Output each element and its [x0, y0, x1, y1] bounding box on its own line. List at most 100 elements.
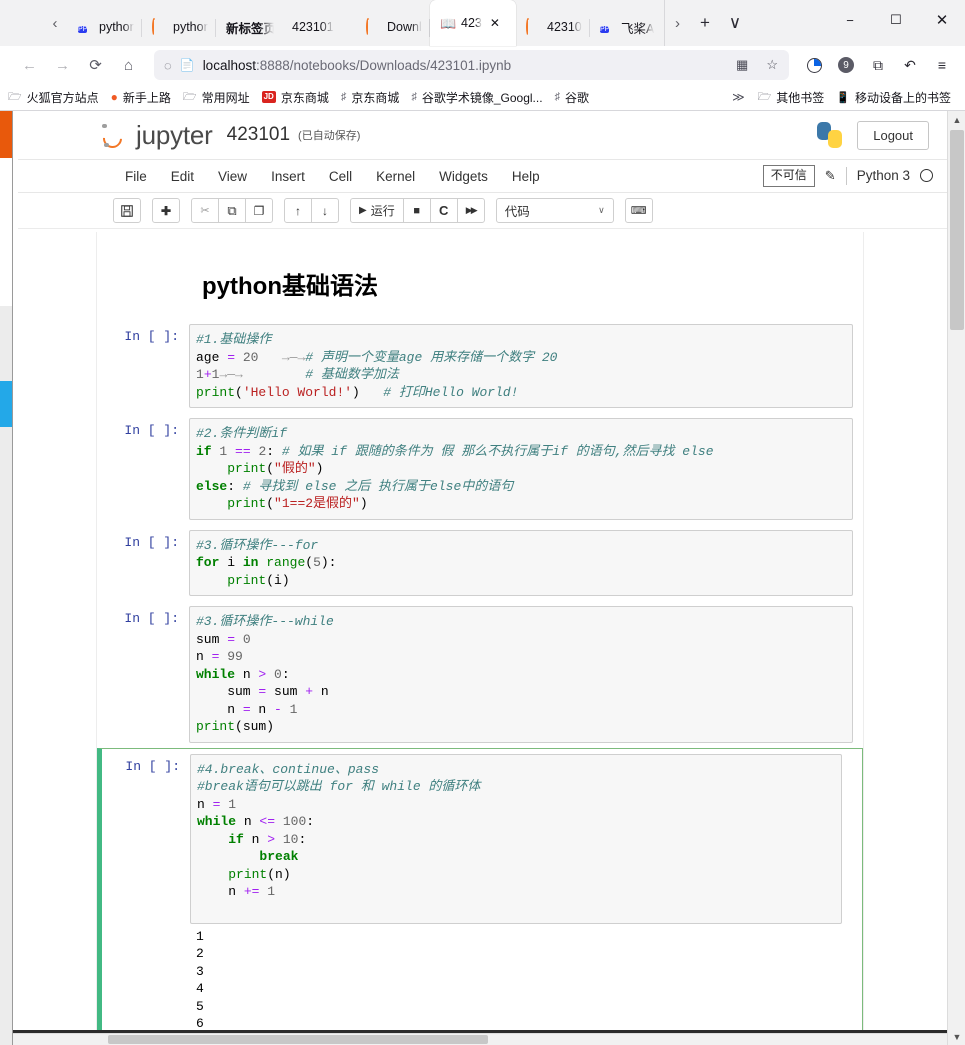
browser-window: ‹ PP python python 新标签页 423101 Downl [0, 0, 965, 1045]
scroll-down-arrow-icon[interactable]: ▼ [948, 1028, 965, 1045]
jupyter-logo[interactable]: jupyter [101, 120, 213, 151]
bookmark-item-2[interactable]: 🗁 常用网址 [177, 86, 256, 109]
paddle-icon: PP [78, 20, 93, 35]
left-orange-chip [0, 111, 12, 158]
bookmarks-overflow-button[interactable]: ≫ [725, 90, 752, 104]
tab-scroll-left-button[interactable]: ‹ [42, 0, 68, 46]
jupyter-menubar: File Edit View Insert Cell Kernel Widget… [13, 160, 947, 193]
browser-tab-7[interactable]: PP 飞桨A [590, 8, 664, 46]
cell-input-area[interactable]: #3.循环操作---for for i in range(5): print(i… [189, 530, 853, 597]
cell-input-area[interactable]: #2.条件判断if if 1 == 2: # 如果 if 跟随的条件为 假 那么… [189, 418, 853, 520]
tab-label: python [173, 20, 208, 34]
browser-tab-5-active[interactable]: 📖 423 ✕ [430, 0, 516, 46]
notebook-name[interactable]: 423101 [227, 124, 290, 146]
pocket-icon[interactable] [799, 50, 829, 80]
menu-file[interactable]: File [113, 164, 159, 189]
tab-scroll-right-button[interactable]: › [664, 0, 690, 46]
cell-source-code: #4.break、continue、pass #break语句可以跳出 for … [197, 761, 837, 901]
logout-button[interactable]: Logout [857, 121, 929, 150]
bookmark-item-0[interactable]: 🗁 火狐官方站点 [2, 86, 105, 109]
mobile-icon: 📱 [836, 91, 850, 104]
copy-cell-button[interactable]: ⧉ [218, 198, 246, 223]
browser-tab-4[interactable]: Downl [356, 8, 430, 46]
window-close-button[interactable]: ✕ [919, 0, 965, 40]
window-maximize-button[interactable]: ☐ [873, 0, 919, 40]
bookmark-item-4[interactable]: ♯ 京东商城 [335, 87, 406, 108]
undo-icon[interactable]: ↶ [895, 50, 925, 80]
move-cell-up-button[interactable]: ↑ [284, 198, 312, 223]
tab-label: Downl [387, 20, 422, 34]
menu-cell[interactable]: Cell [317, 164, 364, 189]
tab-close-icon[interactable]: ✕ [490, 16, 500, 30]
browser-tab-0[interactable]: PP python [68, 8, 142, 46]
screenshot-icon[interactable]: ⧉ [863, 50, 893, 80]
browser-tab-1[interactable]: python [142, 8, 216, 46]
cell-prompt: In [ ]: [97, 324, 189, 408]
new-tab-button[interactable]: + [690, 4, 720, 42]
notebook-cell-5-selected[interactable]: In [ ]: #4.break、continue、pass #break语句可… [97, 748, 863, 1039]
browser-tab-6[interactable]: 42310 [516, 8, 590, 46]
menu-widgets[interactable]: Widgets [427, 164, 500, 189]
notebook-cell-1[interactable]: In [ ]: #1.基础操作 age = 20 →—→# 声明一个变量age … [97, 319, 863, 413]
shield-icon[interactable]: ◌ [164, 58, 172, 73]
paste-cell-button[interactable]: ❐ [245, 198, 273, 223]
interrupt-kernel-button[interactable]: ■ [403, 198, 431, 223]
cell-input-area[interactable]: #3.循环操作---while sum = 0 n = 99 while n >… [189, 606, 853, 743]
vertical-scrollbar[interactable]: ▲ ▼ [947, 111, 965, 1045]
edit-pencil-icon[interactable]: ✎ [825, 168, 836, 184]
menu-view[interactable]: View [206, 164, 259, 189]
command-palette-button[interactable]: ⌨ [625, 198, 653, 223]
notebook-container: python基础语法 In [ ]: #1.基础操作 age = 20 →—→#… [96, 232, 864, 1045]
notebook-cell-4[interactable]: In [ ]: #3.循环操作---while sum = 0 n = 99 w… [97, 601, 863, 748]
insert-cell-below-button[interactable]: ✚ [152, 198, 180, 223]
jupyter-notebook-page: jupyter 423101 (已自动保存) Logout File Edit … [13, 111, 947, 1045]
cell-prompt: In [ ]: [97, 530, 189, 597]
cut-cell-button[interactable]: ✂ [191, 198, 219, 223]
browser-tab-3[interactable]: 423101 [282, 8, 356, 46]
restart-and-run-all-button[interactable]: ▶▶ [457, 198, 485, 223]
notebook-cell-2[interactable]: In [ ]: #2.条件判断if if 1 == 2: # 如果 if 跟随的… [97, 413, 863, 525]
notebook-scroll-region[interactable]: python基础语法 In [ ]: #1.基础操作 age = 20 →—→#… [13, 232, 947, 1045]
save-button[interactable] [113, 198, 141, 223]
home-button[interactable]: ⌂ [113, 50, 144, 80]
menu-help[interactable]: Help [500, 164, 552, 189]
navigation-toolbar: ← → ⟳ ⌂ ◌ 📄 localhost:8888/notebooks/Dow… [0, 46, 965, 84]
browser-tab-2[interactable]: 新标签页 [216, 8, 282, 46]
reload-button[interactable]: ⟳ [80, 50, 111, 80]
bookmark-star-icon[interactable]: ☆ [761, 57, 783, 73]
cell-type-select[interactable]: 代码 ∨ [496, 198, 614, 223]
horizontal-scrollbar-thumb[interactable] [108, 1035, 488, 1044]
vertical-scrollbar-thumb[interactable] [950, 130, 964, 330]
tab-list-button[interactable]: ∨ [720, 4, 750, 42]
bookmark-item-3[interactable]: JD 京东商城 [256, 87, 335, 108]
back-button[interactable]: ← [14, 50, 45, 80]
trust-status-badge[interactable]: 不可信 [763, 165, 815, 187]
cell-input-area[interactable]: #4.break、continue、pass #break语句可以跳出 for … [190, 754, 842, 924]
horizontal-scrollbar[interactable] [13, 1033, 947, 1045]
bookmark-item-6[interactable]: ♯ 谷歌 [549, 87, 596, 108]
toolbar-group-save [113, 198, 141, 223]
menu-kernel[interactable]: Kernel [364, 164, 427, 189]
scroll-up-arrow-icon[interactable]: ▲ [948, 111, 965, 128]
address-bar[interactable]: ◌ 📄 localhost:8888/notebooks/Downloads/4… [154, 50, 789, 80]
restart-kernel-button[interactable]: C [430, 198, 458, 223]
app-menu-icon[interactable]: ≡ [927, 50, 957, 80]
jupyter-ring-icon [526, 20, 541, 35]
run-cell-button[interactable]: ▶ 运行 [350, 198, 404, 223]
bookmark-mobile-bookmarks[interactable]: 📱 移动设备上的书签 [830, 87, 957, 108]
window-left-padding [0, 0, 42, 46]
forward-button[interactable]: → [47, 50, 78, 80]
notebook-cell-3[interactable]: In [ ]: #3.循环操作---for for i in range(5):… [97, 525, 863, 602]
cell-input-area[interactable]: #1.基础操作 age = 20 →—→# 声明一个变量age 用来存储一个数字… [189, 324, 853, 408]
bookmark-item-5[interactable]: ♯ 谷歌学术镜像_Googl... [405, 87, 548, 108]
play-icon: ▶ [359, 205, 367, 216]
menu-insert[interactable]: Insert [259, 164, 317, 189]
window-minimize-button[interactable]: − [827, 0, 873, 40]
qr-code-icon[interactable]: ▦ [731, 57, 753, 73]
extension-badge-icon[interactable]: 9 [831, 50, 861, 80]
bookmark-item-1[interactable]: ● 新手上路 [105, 87, 177, 108]
move-cell-down-button[interactable]: ↓ [311, 198, 339, 223]
menu-edit[interactable]: Edit [159, 164, 206, 189]
save-status: (已自动保存) [298, 127, 360, 143]
bookmark-other-bookmarks[interactable]: 🗁 其他书签 [752, 86, 831, 109]
